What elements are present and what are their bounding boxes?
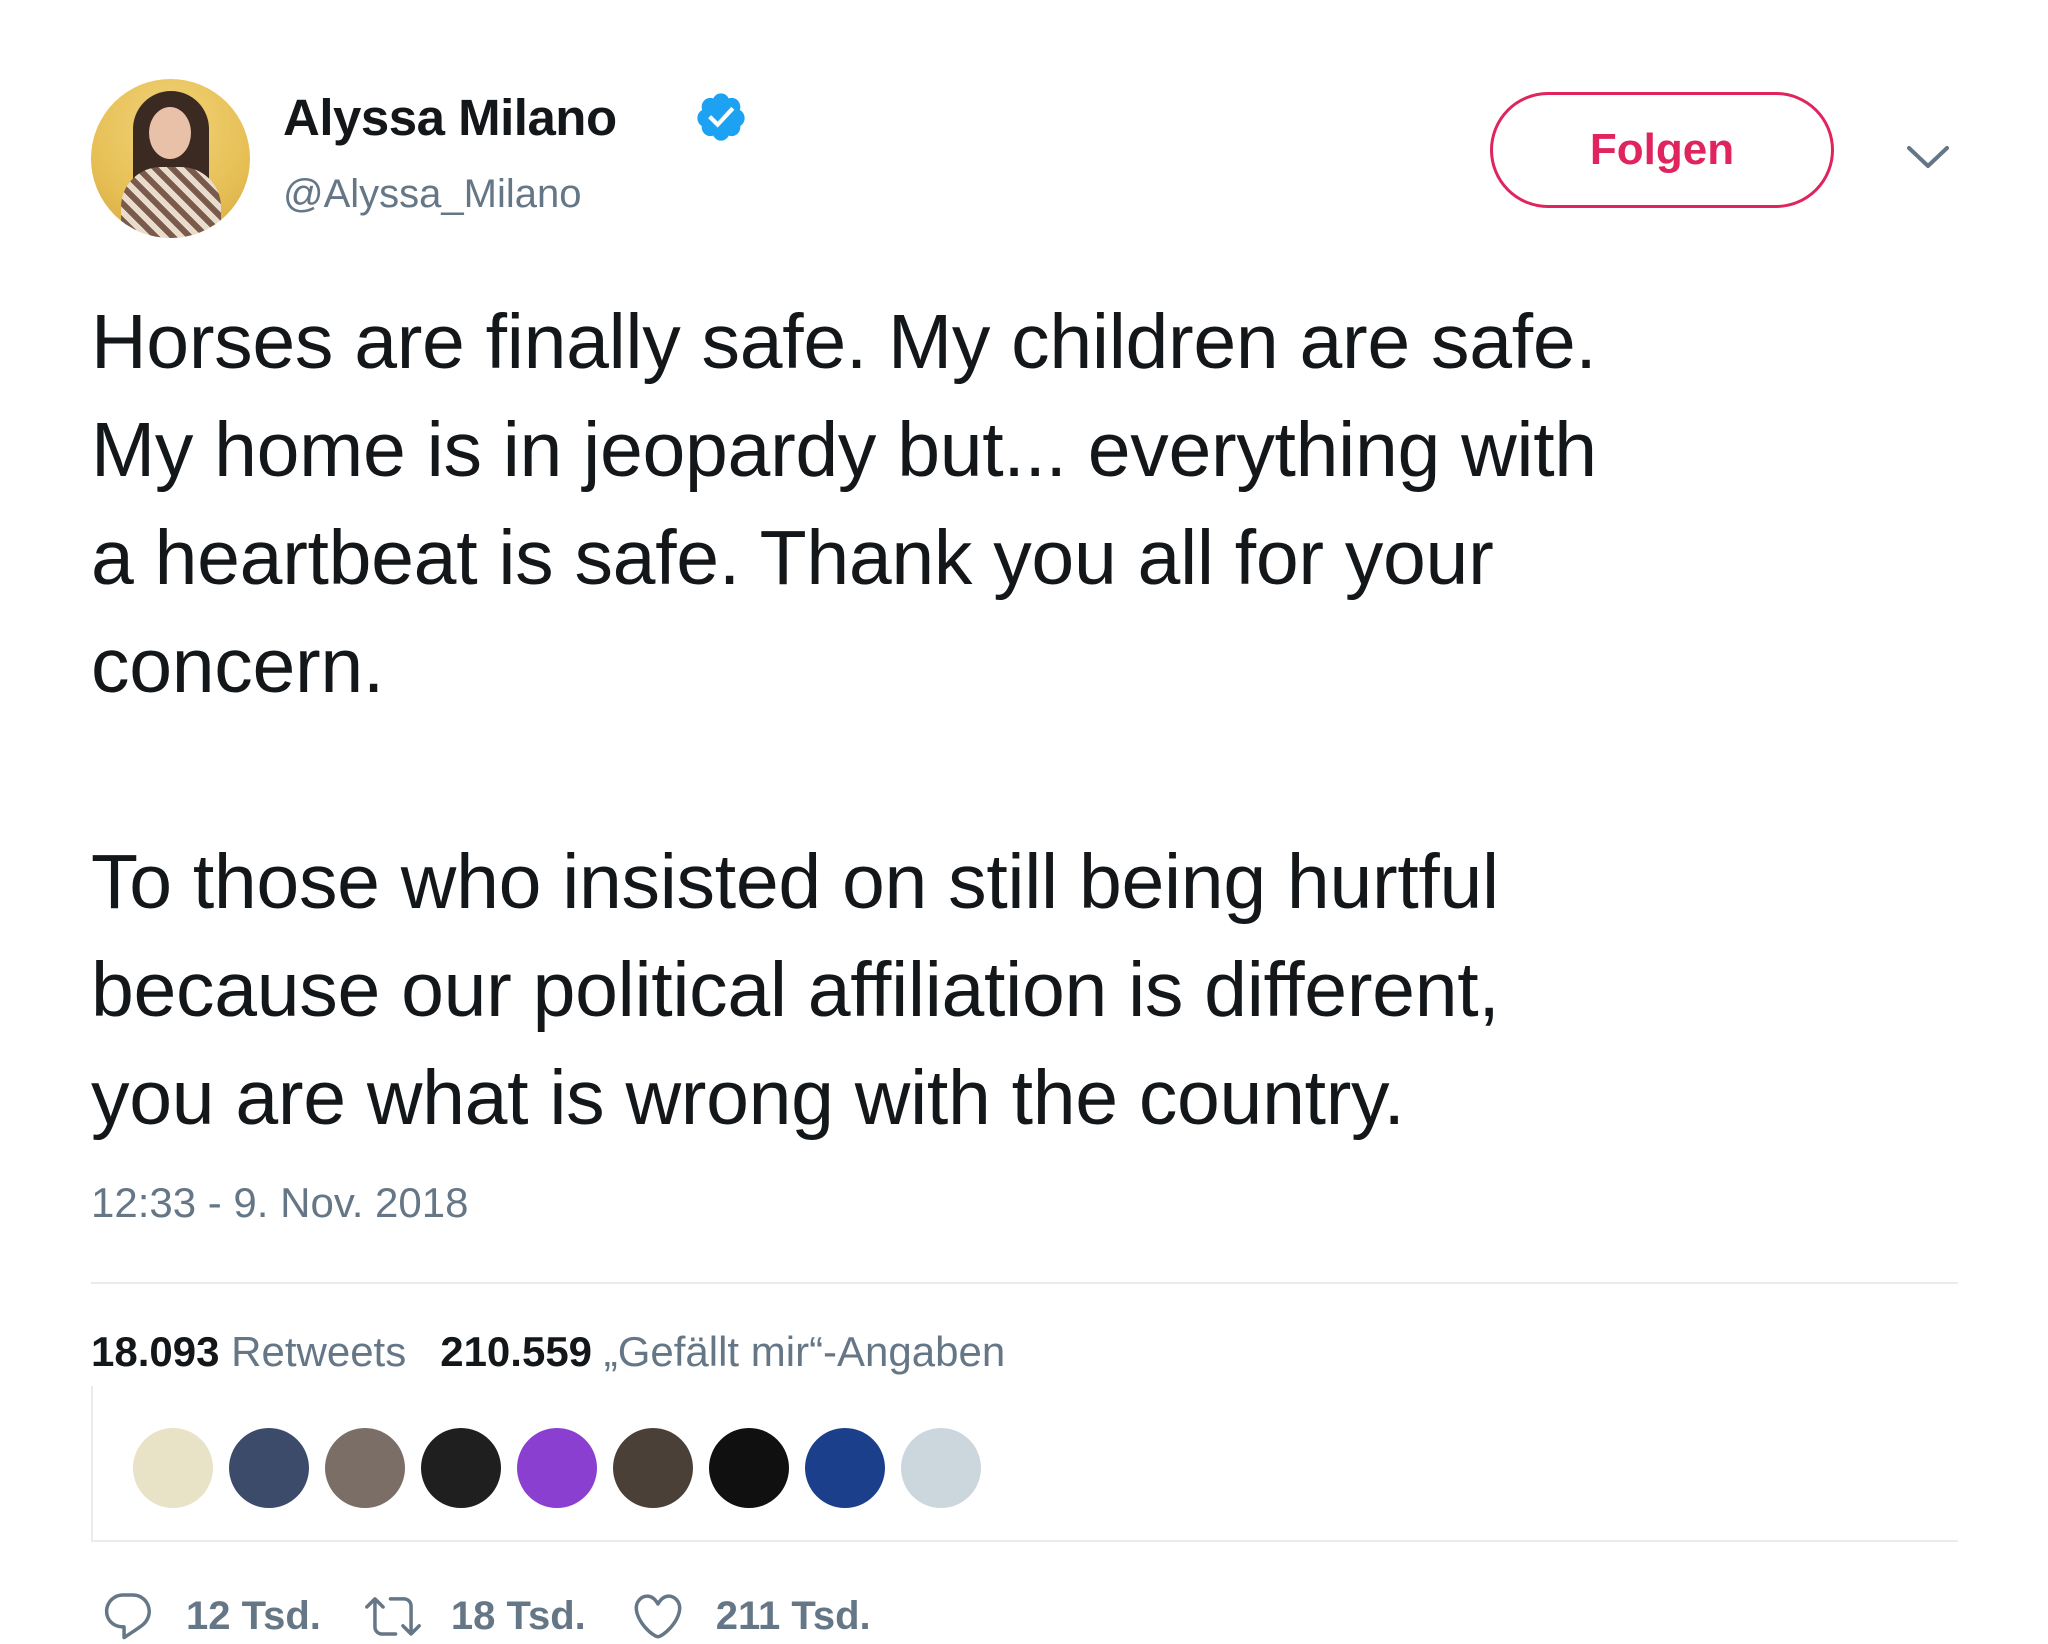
reply-count: 12 Tsd. [186, 1593, 321, 1638]
liker-avatar[interactable] [613, 1428, 693, 1508]
divider [91, 1282, 1958, 1284]
liker-avatar[interactable] [325, 1428, 405, 1508]
liker-avatar[interactable] [133, 1428, 213, 1508]
liker-avatar[interactable] [805, 1428, 885, 1508]
tweet-actions: 12 Tsd. 18 Tsd. 211 Tsd. [100, 1588, 915, 1644]
retweets-stat[interactable]: 18.093 Retweets [91, 1327, 406, 1377]
like-count: 211 Tsd. [715, 1593, 871, 1638]
reply-icon [104, 1593, 151, 1640]
author-avatar[interactable] [91, 79, 250, 238]
liker-avatar[interactable] [229, 1428, 309, 1508]
divider [91, 1540, 1958, 1542]
retweet-button[interactable]: 18 Tsd. [364, 1588, 586, 1644]
likes-stat[interactable]: 210.559 „Gefällt mir“-Angaben [440, 1327, 1005, 1377]
tweet-stats: 18.093 Retweets 210.559 „Gefällt mir“-An… [91, 1327, 1039, 1377]
reply-button[interactable]: 12 Tsd. [100, 1588, 321, 1644]
heart-icon [634, 1594, 682, 1639]
likers-facepile-container [91, 1386, 1958, 1540]
retweet-count: 18 Tsd. [450, 1593, 586, 1638]
verified-badge-icon [697, 93, 745, 141]
liker-avatar[interactable] [709, 1428, 789, 1508]
likes-count: 210.559 [440, 1328, 593, 1375]
liker-avatar[interactable] [901, 1428, 981, 1508]
liker-avatar[interactable] [421, 1428, 501, 1508]
author-handle[interactable]: @Alyssa_Milano [283, 170, 582, 218]
tweet-text: Horses are finally safe. My children are… [91, 299, 1597, 1141]
retweets-count: 18.093 [91, 1328, 220, 1375]
like-button[interactable]: 211 Tsd. [630, 1588, 871, 1644]
retweets-label: Retweets [231, 1328, 407, 1375]
retweet-icon [364, 1597, 421, 1636]
likes-label: „Gefällt mir“-Angaben [603, 1328, 1006, 1375]
follow-button[interactable]: Folgen [1490, 92, 1834, 208]
likers-facepile [133, 1428, 981, 1508]
tweet-timestamp[interactable]: 12:33 - 9. Nov. 2018 [91, 1178, 468, 1228]
chevron-down-icon[interactable] [1905, 142, 1951, 172]
liker-avatar[interactable] [517, 1428, 597, 1508]
author-display-name[interactable]: Alyssa Milano [283, 88, 617, 148]
